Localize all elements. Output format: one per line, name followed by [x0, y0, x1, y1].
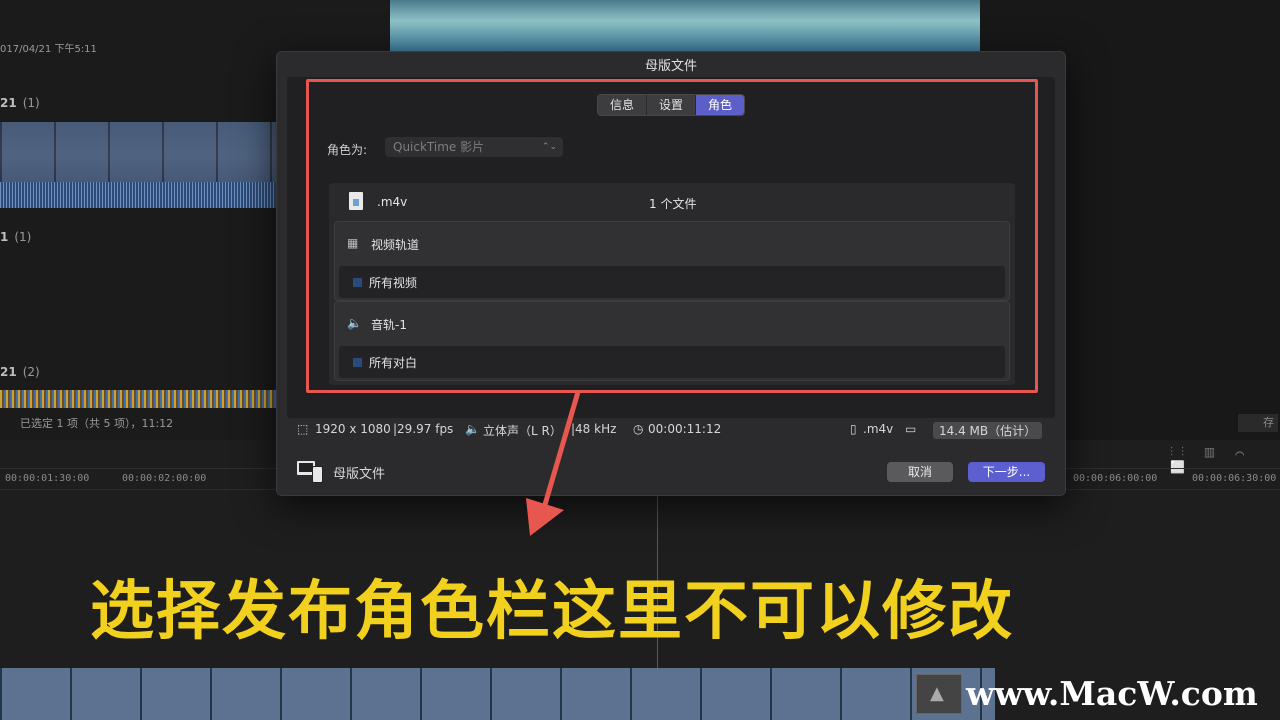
- event-group-2[interactable]: 1 (1): [0, 230, 31, 244]
- watermark: www.MacW.com: [916, 672, 1280, 720]
- dialog-title: 母版文件: [644, 59, 697, 74]
- annotation-highlight-box: [306, 79, 1038, 393]
- timecode-label: 00:00:06:00:00: [1073, 473, 1158, 484]
- devices-icon: [297, 461, 323, 483]
- file-size-badge: 14.4 MB（估计）: [933, 422, 1043, 439]
- annotation-arrow-icon: [526, 391, 581, 536]
- display-icon: ▭: [905, 422, 917, 436]
- event-group-count: (1): [14, 230, 32, 244]
- selection-status: 已选定 1 项（共 5 项），11:12: [20, 417, 174, 430]
- event-group-count: (1): [22, 96, 40, 110]
- event-group-1[interactable]: 21 (1): [0, 96, 40, 110]
- duration-value: 00:00:11:12: [648, 422, 722, 436]
- event-group-name: 21: [0, 365, 17, 379]
- resolution-icon: ⬚: [297, 422, 309, 436]
- event-group-count: (2): [22, 365, 40, 379]
- output-file-ext: .m4v: [863, 422, 894, 436]
- clip-filmstrip[interactable]: [0, 122, 276, 208]
- timeline-clip[interactable]: [0, 668, 995, 720]
- clip-waveform: [0, 182, 276, 208]
- event-group-3[interactable]: 21 (2): [0, 365, 40, 379]
- timecode-label: 00:00:01:30:00: [5, 473, 90, 484]
- watermark-text: www.MacW.com: [966, 674, 1258, 713]
- event-group-name: 21: [0, 96, 17, 110]
- cancel-button[interactable]: 取消: [887, 462, 953, 482]
- next-button[interactable]: 下一步...: [968, 462, 1045, 482]
- resolution-value: 1920 x 1080: [315, 422, 391, 436]
- watermark-logo-icon: [916, 674, 962, 714]
- document-icon: ▯: [850, 422, 857, 436]
- fps-text: 29.97 fps: [397, 422, 454, 436]
- clock-icon: ◷: [633, 422, 644, 436]
- destination-label: 母版文件: [333, 467, 386, 482]
- speaker-icon: 🔈: [465, 422, 480, 436]
- audio-clip-strip[interactable]: [0, 390, 276, 408]
- timecode-label: 00:00:02:00:00: [122, 473, 207, 484]
- viewer-preview: [390, 0, 980, 52]
- export-info-bar: ⬚ 1920 x 1080 |29.97 fps 🔈 立体声（L R） |48 …: [297, 422, 1045, 440]
- event-date: 017/04/21 下午5:11: [0, 44, 97, 55]
- timecode-label: 00:00:06:30:00: [1192, 473, 1277, 484]
- fps-value: |29.97 fps: [393, 422, 454, 436]
- event-group-name: 1: [0, 230, 9, 244]
- clip-frames: [0, 122, 276, 182]
- save-button-partial[interactable]: 存: [1238, 414, 1278, 432]
- phone-icon: [312, 466, 323, 483]
- annotation-caption: 选择发布角色栏这里不可以修改: [90, 575, 1014, 649]
